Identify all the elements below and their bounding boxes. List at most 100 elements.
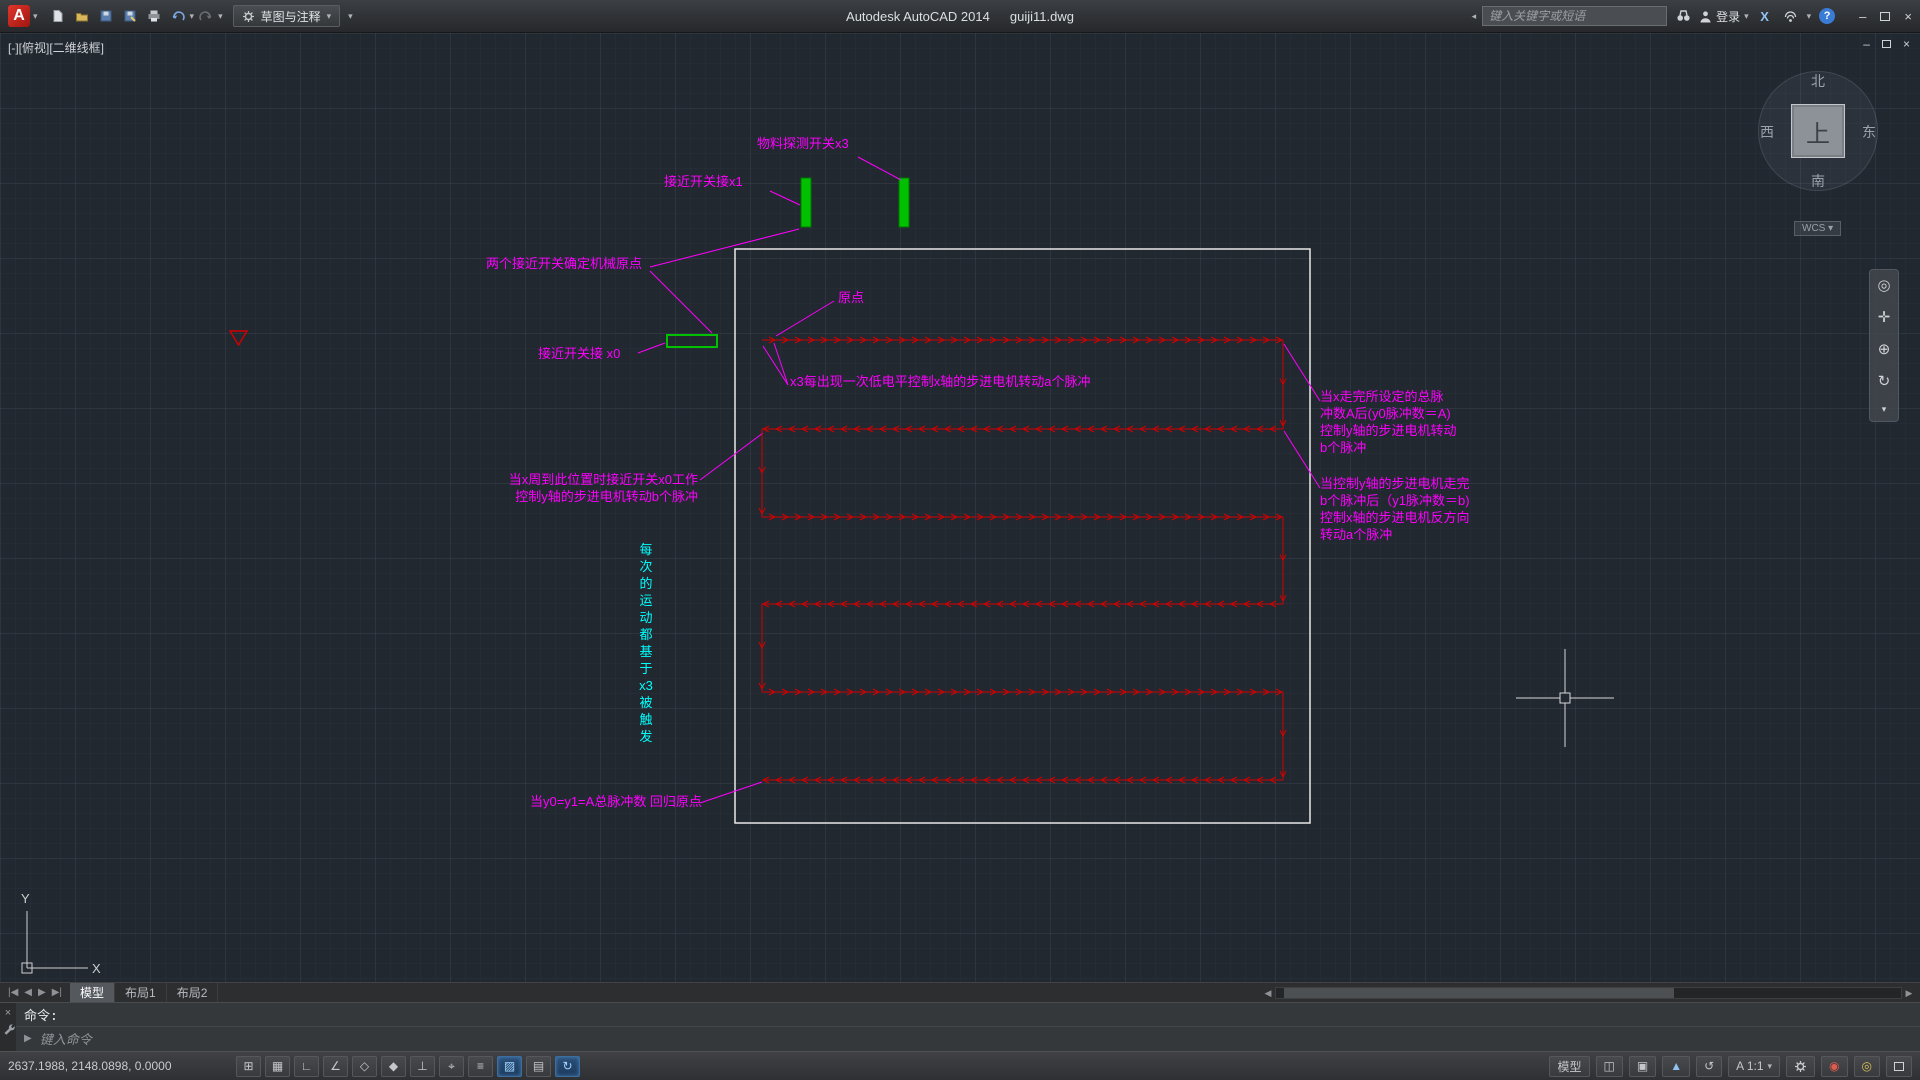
help-button[interactable]: ?	[1817, 6, 1837, 26]
redo-dropdown-icon[interactable]: ▾	[218, 11, 223, 22]
workspace-switch-button[interactable]	[1786, 1056, 1815, 1077]
viewport-close-button[interactable]: ×	[1903, 37, 1910, 51]
last-tab-button[interactable]: ▶|	[52, 987, 62, 998]
command-prompt: 命令:	[24, 1005, 58, 1024]
model-space-button[interactable]: 模型	[1549, 1056, 1589, 1077]
steering-wheel-icon[interactable]: ◎	[1877, 276, 1890, 294]
window-maximize-button[interactable]	[1880, 9, 1890, 24]
tab-nav-buttons: |◀ ◀ ▶ ▶|	[0, 987, 70, 998]
crosshair-cursor	[1516, 649, 1614, 747]
switch-x0-rect[interactable]	[667, 335, 717, 347]
tab-layout1[interactable]: 布局1	[115, 983, 167, 1002]
open-button[interactable]	[70, 4, 94, 28]
orbit-icon[interactable]: ↻	[1878, 372, 1891, 390]
switch-x1-rect[interactable]	[801, 178, 811, 227]
wcs-dropdown[interactable]: WCS ▾	[1794, 221, 1841, 236]
scrollbar-thumb[interactable]	[1284, 988, 1674, 998]
clean-screen-button[interactable]	[1886, 1056, 1912, 1077]
redo-button[interactable]	[194, 4, 218, 28]
ortho-toggle[interactable]: ∟	[294, 1056, 319, 1077]
switch-x3-rect[interactable]	[899, 178, 909, 227]
selection-cycling-toggle[interactable]: ↻	[555, 1056, 580, 1077]
app-menu-button[interactable]: A ▾	[6, 3, 44, 29]
annotation-visibility-button[interactable]: ▲	[1662, 1056, 1690, 1077]
annotation-prox-x0: 接近开关接 x0	[538, 345, 620, 362]
next-tab-button[interactable]: ▶	[38, 987, 46, 998]
drawing-canvas[interactable]: Y X [-][俯视][二维线框] – × 物料探测开关x3 接近开关接x1 两…	[0, 33, 1920, 982]
lineweight-toggle[interactable]: ≡	[468, 1056, 493, 1077]
performance-tuner-button[interactable]: ◉	[1821, 1056, 1847, 1077]
ducs-toggle[interactable]: ⊥	[410, 1056, 435, 1077]
proximity-switches[interactable]	[667, 178, 909, 347]
quick-properties-toggle[interactable]: ▤	[526, 1056, 551, 1077]
annotation-origin: 原点	[838, 289, 864, 306]
annotation-scale-label: A 1:1	[1736, 1059, 1763, 1073]
quick-view-drawings-button[interactable]: ▣	[1629, 1056, 1656, 1077]
triangle-marker[interactable]	[230, 331, 247, 345]
viewport-label[interactable]: [-][俯视][二维线框]	[8, 39, 104, 56]
viewport-restore-button[interactable]	[1882, 37, 1891, 51]
polar-toggle[interactable]: ∠	[323, 1056, 348, 1077]
help-icon: ?	[1819, 8, 1835, 24]
zoom-icon[interactable]: ⊕	[1878, 340, 1891, 358]
isolate-objects-button[interactable]: ◎	[1854, 1056, 1880, 1077]
command-input[interactable]: ▶ 键入命令	[16, 1027, 1920, 1051]
plot-button[interactable]	[142, 4, 166, 28]
quick-view-layouts-button[interactable]: ◫	[1596, 1056, 1623, 1077]
grid-toggle[interactable]: ▦	[265, 1056, 290, 1077]
signin-button[interactable]: 登录 ▾	[1699, 8, 1749, 25]
annotation-two-prox: 两个接近开关确定机械原点	[486, 255, 642, 272]
clean-screen-icon	[1894, 1062, 1904, 1071]
dyn-input-toggle[interactable]: ⌖	[439, 1056, 464, 1077]
navbar-more-icon[interactable]: ▾	[1882, 404, 1887, 415]
first-tab-button[interactable]: |◀	[8, 987, 18, 998]
osnap-3d-toggle[interactable]: ◆	[381, 1056, 406, 1077]
serpentine-path[interactable]	[759, 337, 1286, 783]
qat-customize-button[interactable]: ▾	[348, 11, 353, 22]
viewcube-south[interactable]: 南	[1811, 171, 1825, 191]
chevron-down-icon: ▾	[1744, 11, 1749, 22]
drawing-geometry: Y X	[0, 33, 1920, 982]
viewcube-west[interactable]: 西	[1760, 122, 1774, 142]
scroll-right-button[interactable]: ▶	[1902, 988, 1916, 999]
scrollbar-track[interactable]	[1275, 987, 1902, 999]
viewcube-north[interactable]: 北	[1811, 71, 1825, 91]
signin-label: 登录	[1716, 8, 1740, 25]
command-prompt-icon: ▶	[24, 1033, 32, 1044]
window-minimize-button[interactable]: –	[1859, 9, 1866, 24]
pan-icon[interactable]: ✛	[1878, 308, 1891, 326]
save-as-button[interactable]	[118, 4, 142, 28]
command-close-button[interactable]: ×	[5, 1007, 11, 1019]
workspace-select[interactable]: 草图与注释 ▾	[233, 5, 341, 27]
command-panel: × 命令: ▶ 键入命令	[0, 1002, 1920, 1051]
communication-center-button[interactable]	[1781, 6, 1801, 26]
transparency-toggle[interactable]: ▨	[497, 1056, 522, 1077]
annotation-autoscale-button[interactable]: ↺	[1696, 1056, 1722, 1077]
save-button[interactable]	[94, 4, 118, 28]
search-button[interactable]	[1673, 6, 1693, 26]
undo-button[interactable]	[166, 4, 190, 28]
exchange-apps-button[interactable]: X	[1755, 6, 1775, 26]
infocenter-search-input[interactable]	[1482, 6, 1667, 26]
viewport-minimize-button[interactable]: –	[1863, 37, 1870, 51]
scroll-left-button[interactable]: ◀	[1261, 988, 1275, 999]
snap-toggle[interactable]: ⊞	[236, 1056, 261, 1077]
viewcube[interactable]: 北 南 西 东 上	[1756, 69, 1880, 193]
chevron-down-icon[interactable]: ▾	[1807, 11, 1812, 22]
prev-tab-button[interactable]: ◀	[24, 987, 32, 998]
window-close-button[interactable]: ×	[1904, 9, 1912, 24]
osnap-toggle[interactable]: ◇	[352, 1056, 377, 1077]
tab-layout2[interactable]: 布局2	[167, 983, 219, 1002]
infocenter-collapse-icon[interactable]: ◂	[1472, 11, 1477, 22]
command-side-strip: ×	[0, 1003, 16, 1051]
viewcube-top-face[interactable]: 上	[1791, 104, 1845, 158]
viewcube-east[interactable]: 东	[1862, 122, 1876, 142]
app-title: Autodesk AutoCAD 2014	[846, 9, 990, 24]
wrench-icon[interactable]	[2, 1023, 15, 1036]
annotation-scale-button[interactable]: A 1:1 ▾	[1728, 1056, 1780, 1077]
new-button[interactable]	[46, 4, 70, 28]
work-area-frame[interactable]	[735, 249, 1310, 823]
annotation-right-rule2: 当控制y轴的步进电机走完 b个脉冲后（y1脉冲数＝b) 控制x轴的步进电机反方向…	[1320, 475, 1470, 543]
annotation-right-rule1: 当x走完所设定的总脉 冲数A后(y0脉冲数＝A) 控制y轴的步进电机转动 b个脉…	[1320, 388, 1457, 456]
tab-model[interactable]: 模型	[70, 983, 115, 1002]
